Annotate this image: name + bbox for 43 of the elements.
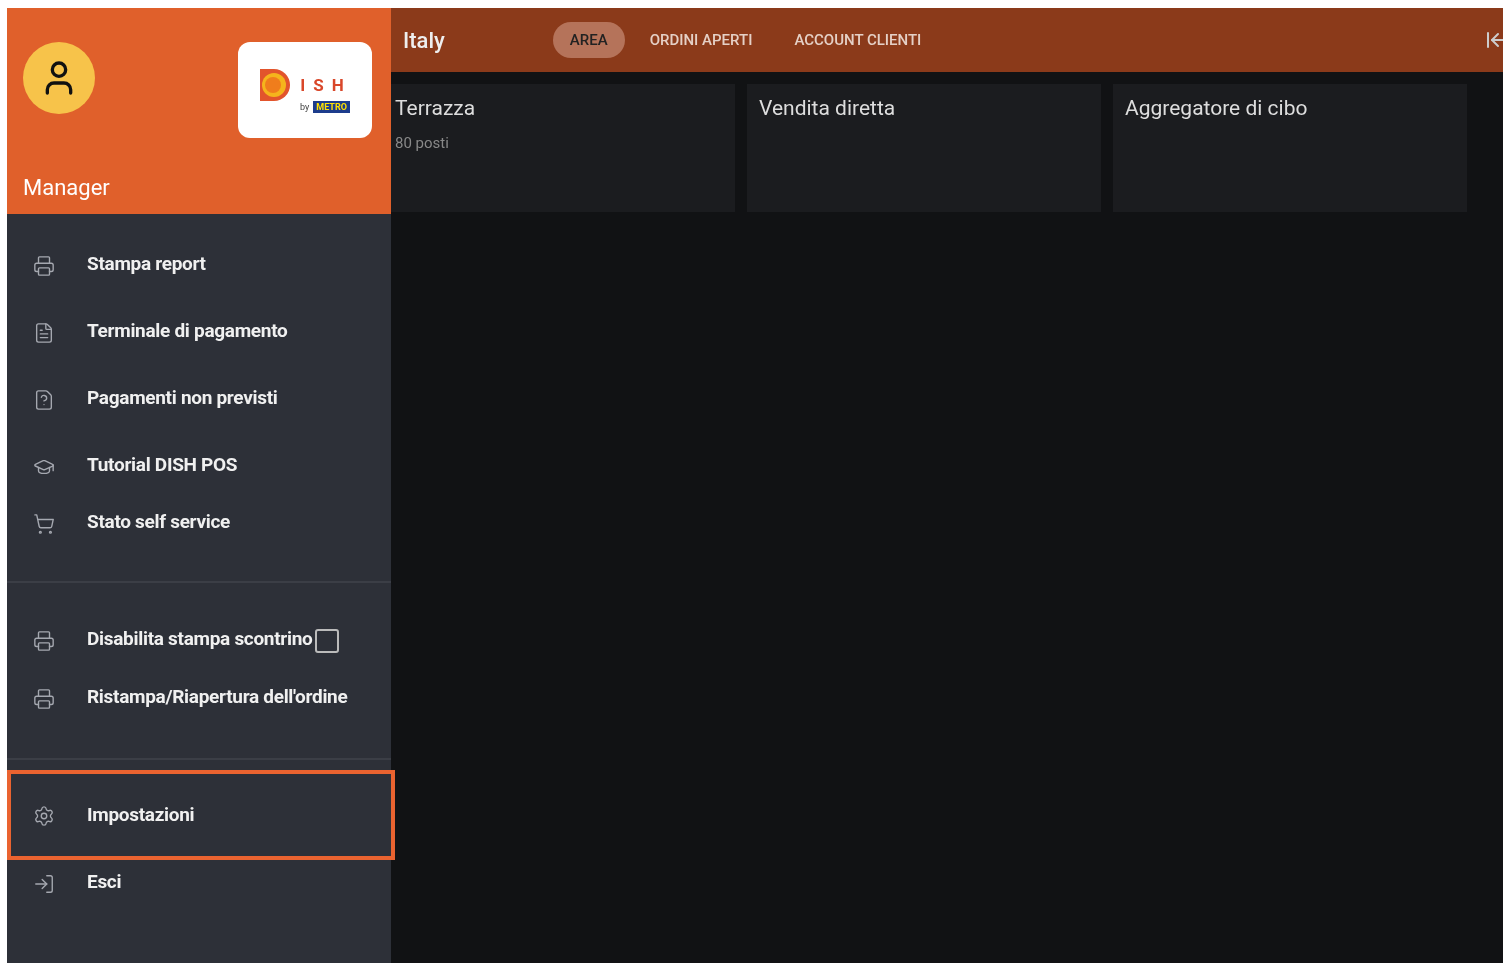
menu-label: Terminale di pagamento	[87, 321, 288, 341]
menu-label: Stato self service	[87, 512, 231, 532]
menu-item[interactable]: Impostazioni	[7, 770, 395, 860]
area-name: Vendita diretta	[759, 96, 897, 120]
area-card[interactable]: Aggregatore di cibo	[1113, 84, 1467, 212]
menu-label: Stampa report	[87, 254, 206, 274]
user-role: Manager	[23, 175, 111, 200]
menu-item[interactable]: Stato self service	[7, 500, 391, 557]
menu-item[interactable]: Ristampa/Riapertura dell'ordine	[7, 675, 391, 732]
cart-icon	[33, 513, 55, 535]
settings-icon	[33, 804, 55, 827]
area-name: Terrazza	[395, 96, 477, 120]
menu-item[interactable]: Esci	[7, 860, 391, 917]
menu-item[interactable]: Terminale di pagamento	[7, 299, 391, 366]
area-name: Aggregatore di cibo	[1125, 96, 1309, 120]
venue-title: Italy	[403, 27, 445, 53]
logo-by-text: by	[300, 102, 310, 112]
logo-text: ISH	[300, 75, 352, 95]
menu-label: Esci	[87, 872, 122, 892]
menu-label: Pagamenti non previsti	[87, 388, 278, 408]
area-seats: 80 posti	[395, 134, 731, 152]
area-card[interactable]: Vendita diretta	[747, 84, 1101, 212]
menu-label: Ristampa/Riapertura dell'ordine	[87, 687, 348, 707]
menu-item[interactable]: Disabilita stampa scontrino	[7, 607, 391, 675]
logo-mark-icon	[258, 67, 293, 103]
area-card[interactable]: Terrazza 80 posti	[391, 84, 735, 212]
logo-brand-text: METRO	[313, 101, 350, 113]
question-icon	[33, 389, 55, 411]
menu-item[interactable]: Tutorial DISH POS	[7, 433, 391, 500]
tab[interactable]: ACCOUNT CLIENTI	[777, 22, 939, 58]
menu-label: Disabilita stampa scontrino	[87, 629, 313, 649]
menu-item[interactable]: Stampa report	[7, 232, 391, 299]
printer-icon	[33, 255, 55, 277]
tab[interactable]: ORDINI APERTI	[632, 22, 770, 58]
checkbox[interactable]	[314, 629, 339, 653]
tab[interactable]: AREA	[552, 22, 625, 58]
menu-label: Impostazioni	[87, 805, 195, 825]
menu-label: Tutorial DISH POS	[87, 455, 238, 475]
document-icon	[33, 322, 55, 344]
printer-icon	[33, 630, 55, 652]
exit-icon	[33, 873, 55, 895]
printer-icon	[33, 688, 55, 710]
menu-item[interactable]: Pagamenti non previsti	[7, 366, 391, 433]
